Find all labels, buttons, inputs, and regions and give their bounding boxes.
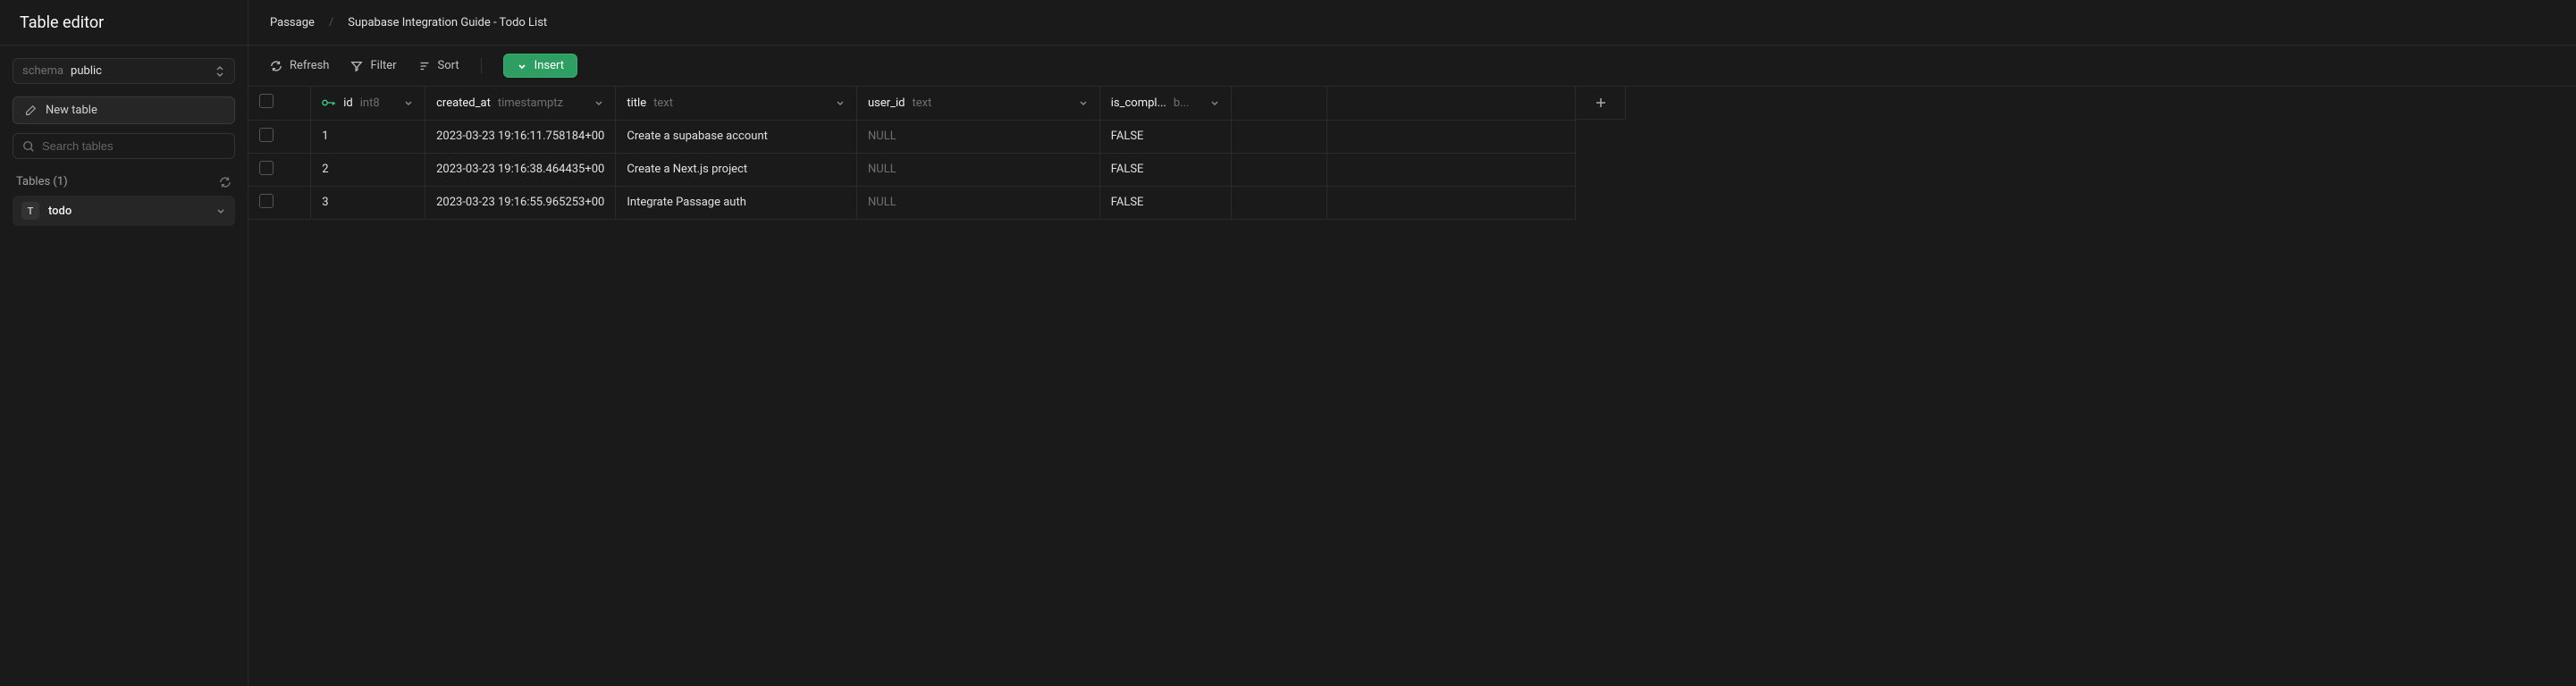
checkbox-icon[interactable]: [259, 194, 274, 208]
breadcrumb-item[interactable]: Passage: [270, 16, 315, 29]
column-header-id[interactable]: id int8: [311, 87, 425, 120]
cell-is-complete[interactable]: FALSE: [1099, 120, 1231, 153]
cell-is-complete[interactable]: FALSE: [1099, 153, 1231, 186]
column-header-title[interactable]: title text: [616, 87, 857, 120]
sidebar: Table editor schema public New table: [0, 0, 248, 686]
insert-label: Insert: [535, 59, 564, 72]
filter-label: Filter: [370, 59, 396, 72]
add-column-button[interactable]: [1576, 87, 1626, 120]
table-avatar: T: [21, 202, 39, 220]
cell-title[interactable]: Integrate Passage auth: [616, 186, 857, 219]
data-table: id int8 created_at timestamptz: [248, 87, 1576, 220]
primary-key-icon: [322, 97, 336, 108]
plus-icon: [1595, 96, 1607, 109]
checkbox-icon[interactable]: [259, 161, 274, 175]
checkbox-icon[interactable]: [259, 94, 274, 108]
chevron-down-icon[interactable]: [593, 97, 604, 108]
refresh-button[interactable]: Refresh: [270, 59, 329, 72]
tables-heading: Tables (1): [16, 175, 68, 188]
filter-button[interactable]: Filter: [350, 59, 396, 72]
chevron-down-icon[interactable]: [1209, 97, 1220, 108]
edit-icon: [24, 105, 37, 117]
cell-empty: [1326, 120, 1575, 153]
column-header-empty: [1326, 87, 1575, 120]
cell-id[interactable]: 2: [311, 153, 425, 186]
sort-icon: [418, 60, 431, 72]
search-input[interactable]: [42, 139, 225, 153]
cell-is-complete[interactable]: FALSE: [1099, 186, 1231, 219]
column-name: id: [343, 96, 353, 110]
column-header-empty: [1231, 87, 1326, 120]
new-table-button[interactable]: New table: [13, 96, 235, 124]
chevron-down-icon[interactable]: [835, 97, 846, 108]
breadcrumb-separator: /: [329, 16, 333, 29]
cell-empty: [1326, 186, 1575, 219]
column-name: created_at: [436, 96, 491, 110]
chevron-down-icon[interactable]: [403, 97, 414, 108]
refresh-tables-icon[interactable]: [219, 176, 232, 188]
sidebar-title: Table editor: [0, 0, 248, 46]
cell-empty: [1231, 120, 1326, 153]
cell-created-at[interactable]: 2023-03-23 19:16:11.758184+00: [425, 120, 616, 153]
new-table-label: New table: [46, 104, 97, 117]
column-type: text: [913, 96, 932, 110]
table-row[interactable]: 1 2023-03-23 19:16:11.758184+00 Create a…: [248, 120, 1576, 153]
filter-icon: [350, 60, 363, 72]
breadcrumb: Passage / Supabase Integration Guide - T…: [248, 0, 2576, 46]
sort-button[interactable]: Sort: [418, 59, 459, 72]
refresh-label: Refresh: [290, 59, 329, 72]
cell-title[interactable]: Create a Next.js project: [616, 153, 857, 186]
sidebar-table-item[interactable]: T todo: [13, 196, 235, 226]
cell-empty: [1231, 153, 1326, 186]
column-header-user-id[interactable]: user_id text: [856, 87, 1099, 120]
cell-empty: [1326, 153, 1575, 186]
column-header-created-at[interactable]: created_at timestamptz: [425, 87, 616, 120]
sort-label: Sort: [438, 59, 459, 72]
schema-selector[interactable]: schema public: [13, 58, 235, 84]
cell-title[interactable]: Create a supabase account: [616, 120, 857, 153]
column-name: is_compl...: [1111, 96, 1166, 110]
chevron-down-icon: [517, 61, 527, 71]
insert-button[interactable]: Insert: [503, 54, 577, 78]
toolbar: Refresh Filter Sort Insert: [248, 46, 2576, 87]
search-icon: [22, 140, 35, 153]
cell-id[interactable]: 1: [311, 120, 425, 153]
column-type: int8: [360, 96, 380, 110]
table-row[interactable]: 2 2023-03-23 19:16:38.464435+00 Create a…: [248, 153, 1576, 186]
cell-user-id[interactable]: NULL: [856, 186, 1099, 219]
cell-empty: [1231, 186, 1326, 219]
column-type: b...: [1174, 96, 1190, 110]
toolbar-divider: [481, 58, 482, 74]
column-type: text: [653, 96, 673, 110]
cell-created-at[interactable]: 2023-03-23 19:16:38.464435+00: [425, 153, 616, 186]
breadcrumb-item[interactable]: Supabase Integration Guide - Todo List: [348, 16, 547, 29]
schema-label: schema: [22, 64, 63, 78]
search-tables-wrap[interactable]: [13, 133, 235, 159]
table-row[interactable]: 3 2023-03-23 19:16:55.965253+00 Integrat…: [248, 186, 1576, 219]
column-type: timestamptz: [498, 96, 563, 110]
column-name: title: [627, 96, 646, 110]
checkbox-icon[interactable]: [259, 128, 274, 142]
cell-user-id[interactable]: NULL: [856, 153, 1099, 186]
chevron-down-icon[interactable]: [215, 205, 226, 216]
chevron-down-icon[interactable]: [1078, 97, 1089, 108]
column-name: user_id: [868, 96, 905, 110]
schema-value: public: [71, 64, 207, 78]
chevron-updown-icon: [215, 65, 225, 78]
refresh-icon: [270, 60, 282, 72]
table-name: todo: [48, 205, 206, 218]
select-all-header[interactable]: [248, 87, 311, 120]
cell-id[interactable]: 3: [311, 186, 425, 219]
cell-user-id[interactable]: NULL: [856, 120, 1099, 153]
cell-created-at[interactable]: 2023-03-23 19:16:55.965253+00: [425, 186, 616, 219]
column-header-is-complete[interactable]: is_compl... b...: [1099, 87, 1231, 120]
